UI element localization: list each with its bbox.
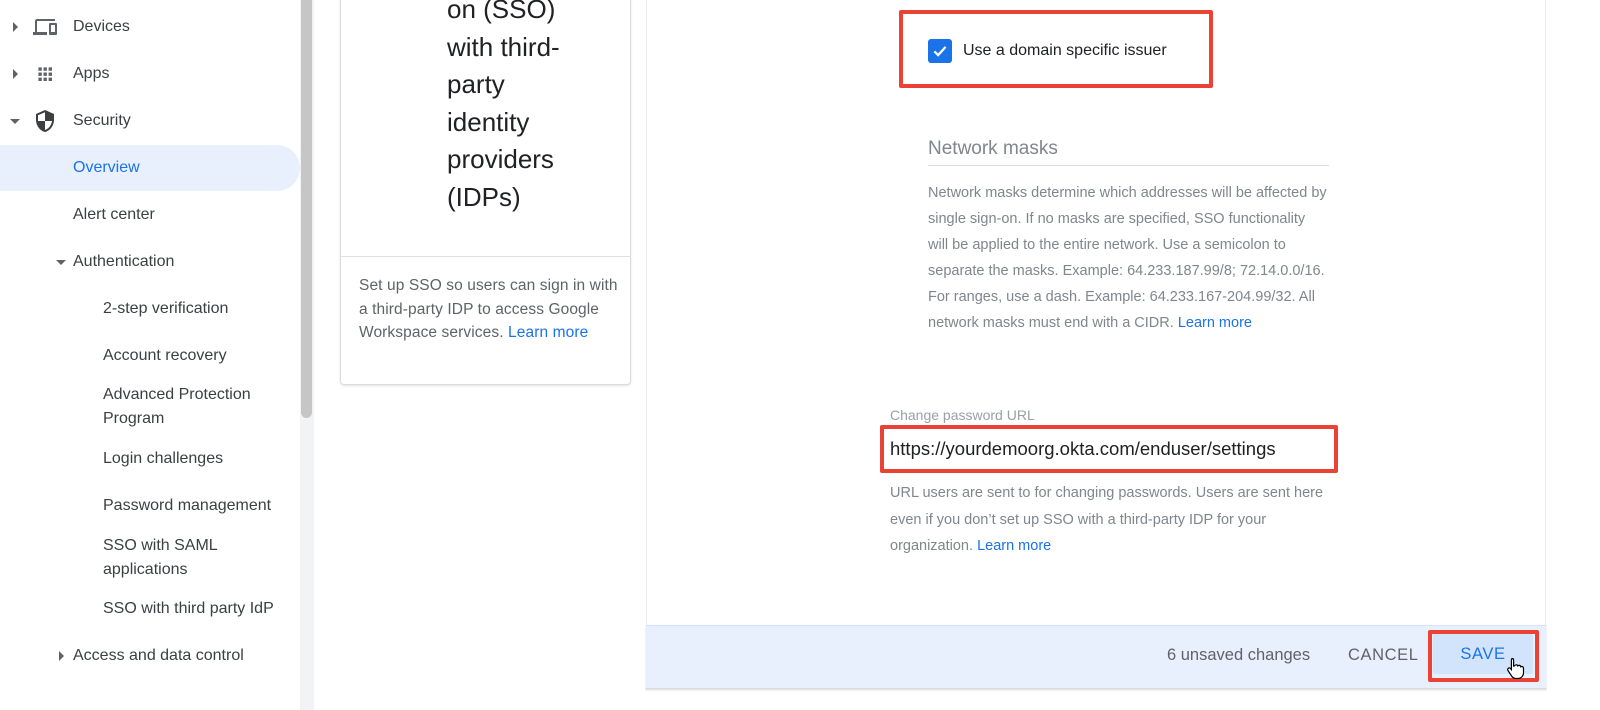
sidebar-item-label: Authentication — [73, 253, 175, 270]
devices-icon — [33, 15, 57, 39]
sidebar-item-label: Access and data control — [73, 647, 244, 664]
caret-right-icon — [56, 651, 66, 661]
apps-grid-icon — [33, 62, 57, 86]
sidebar-item-label: Advanced Protection Program — [103, 386, 251, 427]
sidebar-item-account-recovery[interactable]: Account recovery — [0, 333, 300, 379]
unsaved-changes-count: 6 unsaved changes — [1167, 646, 1311, 664]
card-title: on (SSO) with third- party identity prov… — [447, 0, 627, 216]
sidebar-item-label: 2-step verification — [103, 300, 229, 317]
url-field-highlight — [880, 425, 1338, 473]
sidebar-item-sso-saml-applications[interactable]: SSO with SAML applications — [0, 534, 300, 582]
change-password-help: URL users are sent to for changing passw… — [890, 480, 1330, 560]
sidebar-item-devices[interactable]: Devices — [0, 4, 300, 50]
sso-info-card: on (SSO) with third- party identity prov… — [340, 0, 631, 385]
sso-settings-panel — [646, 0, 1546, 690]
sidebar-item-access-data-control[interactable]: Access and data control — [0, 633, 300, 679]
sidebar-item-label: Login challenges — [103, 450, 224, 467]
sidebar-scrollbar-thumb[interactable] — [301, 0, 312, 418]
caret-right-icon — [10, 69, 20, 79]
network-masks-title: Network masks — [928, 138, 1058, 159]
hand-cursor-icon — [1506, 657, 1526, 684]
sidebar-item-label: SSO with third party IdP — [103, 600, 274, 617]
network-masks-text: Network masks determine which addresses … — [928, 185, 1327, 331]
card-divider — [341, 256, 630, 257]
sidebar-item-label: SSO with SAML applications — [103, 537, 218, 578]
sidebar-item-label: Password management — [103, 497, 272, 514]
domain-issuer-highlight — [899, 10, 1213, 88]
caret-right-icon — [10, 22, 20, 32]
sidebar-item-label: Apps — [73, 65, 110, 82]
card-title-line: party — [447, 69, 505, 99]
sidebar-item-label: Account recovery — [103, 347, 227, 364]
sidebar-item-alert-center[interactable]: Alert center — [0, 192, 300, 238]
sidebar-item-sso-third-party-idp[interactable]: SSO with third party IdP — [0, 586, 300, 632]
card-learn-more-link[interactable]: Learn more — [508, 324, 588, 341]
sidebar-item-overview[interactable]: Overview — [0, 145, 300, 191]
change-password-url-label: Change password URL — [890, 407, 1035, 423]
sidebar-item-authentication[interactable]: Authentication — [0, 239, 300, 285]
change-password-learn-more-link[interactable]: Learn more — [977, 538, 1051, 554]
shield-icon — [33, 109, 57, 133]
network-masks-learn-more-link[interactable]: Learn more — [1178, 315, 1252, 331]
sidebar-item-2-step-verification[interactable]: 2-step verification — [0, 286, 300, 332]
network-masks-underline — [928, 165, 1329, 166]
sidebar-item-security[interactable]: Security — [0, 98, 300, 144]
sidebar-item-password-management[interactable]: Password management — [0, 483, 300, 529]
card-title-line: (IDPs) — [447, 181, 521, 212]
card-title-line: with third- — [447, 31, 560, 62]
sidebar-item-login-challenges[interactable]: Login challenges — [0, 436, 300, 482]
card-title-line: identity — [447, 106, 530, 137]
sidebar-item-label: Alert center — [73, 206, 155, 223]
cancel-button[interactable]: CANCEL — [1340, 640, 1427, 670]
card-title-line: providers — [447, 144, 554, 174]
card-description: Set up SSO so users can sign in with a t… — [359, 274, 621, 345]
sidebar-item-apps[interactable]: Apps — [0, 51, 300, 97]
network-masks-description: Network masks determine which addresses … — [928, 180, 1328, 336]
sidebar-item-label: Security — [73, 112, 131, 129]
sidebar-item-advanced-protection[interactable]: Advanced Protection Program — [0, 383, 300, 431]
change-password-help-text: URL users are sent to for changing passw… — [890, 485, 1324, 554]
caret-down-icon — [10, 116, 20, 126]
sidebar-item-label: Devices — [73, 18, 130, 35]
caret-down-icon — [56, 257, 66, 267]
card-title-line: on (SSO) — [447, 0, 556, 24]
sidebar-nav: Devices Apps Security Overview Alert cen… — [0, 0, 300, 710]
sidebar-item-label: Overview — [73, 159, 140, 176]
